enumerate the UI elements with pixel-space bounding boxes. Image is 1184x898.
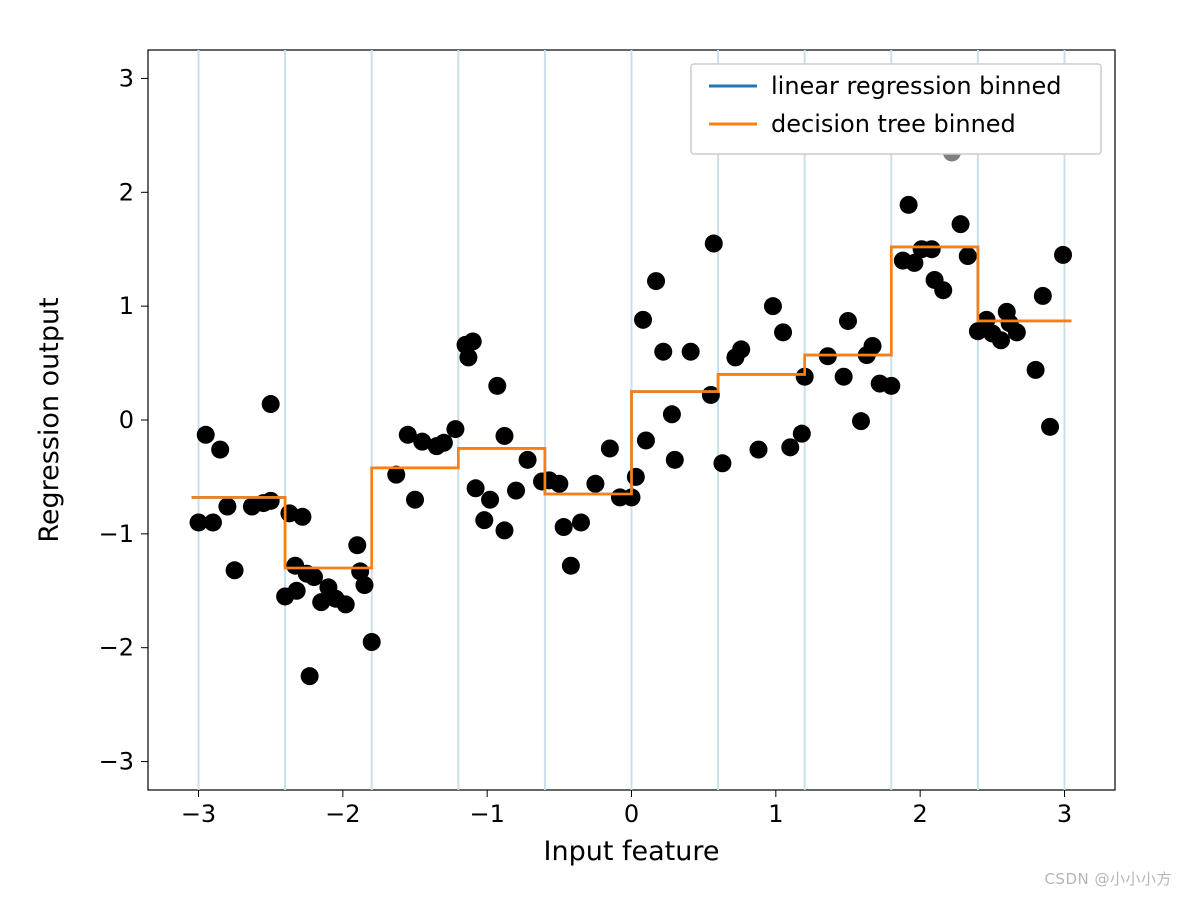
- scatter-point: [934, 281, 952, 299]
- scatter-point: [495, 427, 513, 445]
- scatter-point: [507, 482, 525, 500]
- scatter-point: [262, 492, 280, 510]
- scatter-point: [654, 343, 672, 361]
- scatter-point: [601, 439, 619, 457]
- x-tick-label: −2: [325, 800, 360, 828]
- y-axis-label: Regression output: [34, 297, 65, 542]
- scatter-point: [467, 479, 485, 497]
- x-tick-label: 1: [768, 800, 783, 828]
- scatter-point: [348, 536, 366, 554]
- scatter-point: [835, 368, 853, 386]
- scatter-point: [839, 312, 857, 330]
- scatter-point: [882, 377, 900, 395]
- legend-label: linear regression binned: [771, 72, 1061, 100]
- scatter-point: [197, 426, 215, 444]
- scatter-point: [301, 667, 319, 685]
- scatter-point: [781, 438, 799, 456]
- scatter-point: [713, 454, 731, 472]
- scatter-point: [923, 240, 941, 258]
- scatter-point: [764, 297, 782, 315]
- scatter-point: [1027, 361, 1045, 379]
- scatter-point: [495, 521, 513, 539]
- scatter-point: [647, 272, 665, 290]
- y-tick-label: 0: [119, 406, 134, 434]
- y-tick-label: 2: [119, 178, 134, 206]
- scatter-point: [562, 557, 580, 575]
- scatter-point: [226, 561, 244, 579]
- scatter-point: [519, 451, 537, 469]
- scatter-point: [750, 441, 768, 459]
- scatter-point: [555, 518, 573, 536]
- scatter-point: [211, 441, 229, 459]
- scatter-point: [355, 576, 373, 594]
- scatter-point: [435, 434, 453, 452]
- scatter-point: [852, 412, 870, 430]
- y-tick-label: 3: [119, 64, 134, 92]
- scatter-point: [475, 511, 493, 529]
- scatter-point: [732, 340, 750, 358]
- scatter-point: [793, 425, 811, 443]
- scatter-point: [864, 337, 882, 355]
- scatter-point: [663, 405, 681, 423]
- scatter-point: [1041, 418, 1059, 436]
- scatter-point: [627, 468, 645, 486]
- figure: −3 −2 −1 0 1 2 3 −3 −2 −1 0 1 2 3 Input feature Regress…: [0, 0, 1184, 895]
- scatter-point: [682, 343, 700, 361]
- y-tick-label: −3: [99, 748, 134, 776]
- scatter-point: [293, 508, 311, 526]
- y-tick-label: 1: [119, 292, 134, 320]
- scatter-point: [459, 348, 477, 366]
- scatter-point: [550, 475, 568, 493]
- watermark: CSDN @小小小方: [1044, 868, 1172, 889]
- scatter-point: [204, 513, 222, 531]
- chart-svg: −3 −2 −1 0 1 2 3 −3 −2 −1 0 1 2 3 Input feature Regress…: [0, 0, 1184, 895]
- x-tick-label: −1: [469, 800, 504, 828]
- scatter-point: [488, 377, 506, 395]
- scatter-point: [637, 431, 655, 449]
- scatter-point: [1054, 246, 1072, 264]
- scatter-point: [666, 451, 684, 469]
- x-tick-label: 2: [913, 800, 928, 828]
- x-tick-label: 0: [624, 800, 639, 828]
- scatter-point: [1008, 323, 1026, 341]
- scatter-point: [406, 491, 424, 509]
- scatter-point: [586, 475, 604, 493]
- x-axis-label: Input feature: [544, 836, 720, 867]
- scatter-point: [992, 331, 1010, 349]
- scatter-point: [363, 633, 381, 651]
- scatter-point: [288, 582, 306, 600]
- x-tick-label: −3: [181, 800, 216, 828]
- x-tick-label: 3: [1057, 800, 1072, 828]
- scatter-point: [305, 568, 323, 586]
- scatter-point: [774, 323, 792, 341]
- scatter-point: [900, 196, 918, 214]
- scatter-point: [464, 332, 482, 350]
- scatter-point: [446, 420, 464, 438]
- legend-label: decision tree binned: [771, 110, 1016, 138]
- scatter-point: [262, 395, 280, 413]
- scatter-point: [218, 498, 236, 516]
- scatter-point: [952, 215, 970, 233]
- scatter-point: [705, 235, 723, 253]
- scatter-point: [959, 247, 977, 265]
- scatter-point: [572, 513, 590, 531]
- scatter-point: [634, 311, 652, 329]
- y-tick-label: −1: [99, 520, 134, 548]
- scatter-point: [481, 491, 499, 509]
- scatter-point: [337, 595, 355, 613]
- y-tick-label: −2: [99, 634, 134, 662]
- scatter-point: [1034, 287, 1052, 305]
